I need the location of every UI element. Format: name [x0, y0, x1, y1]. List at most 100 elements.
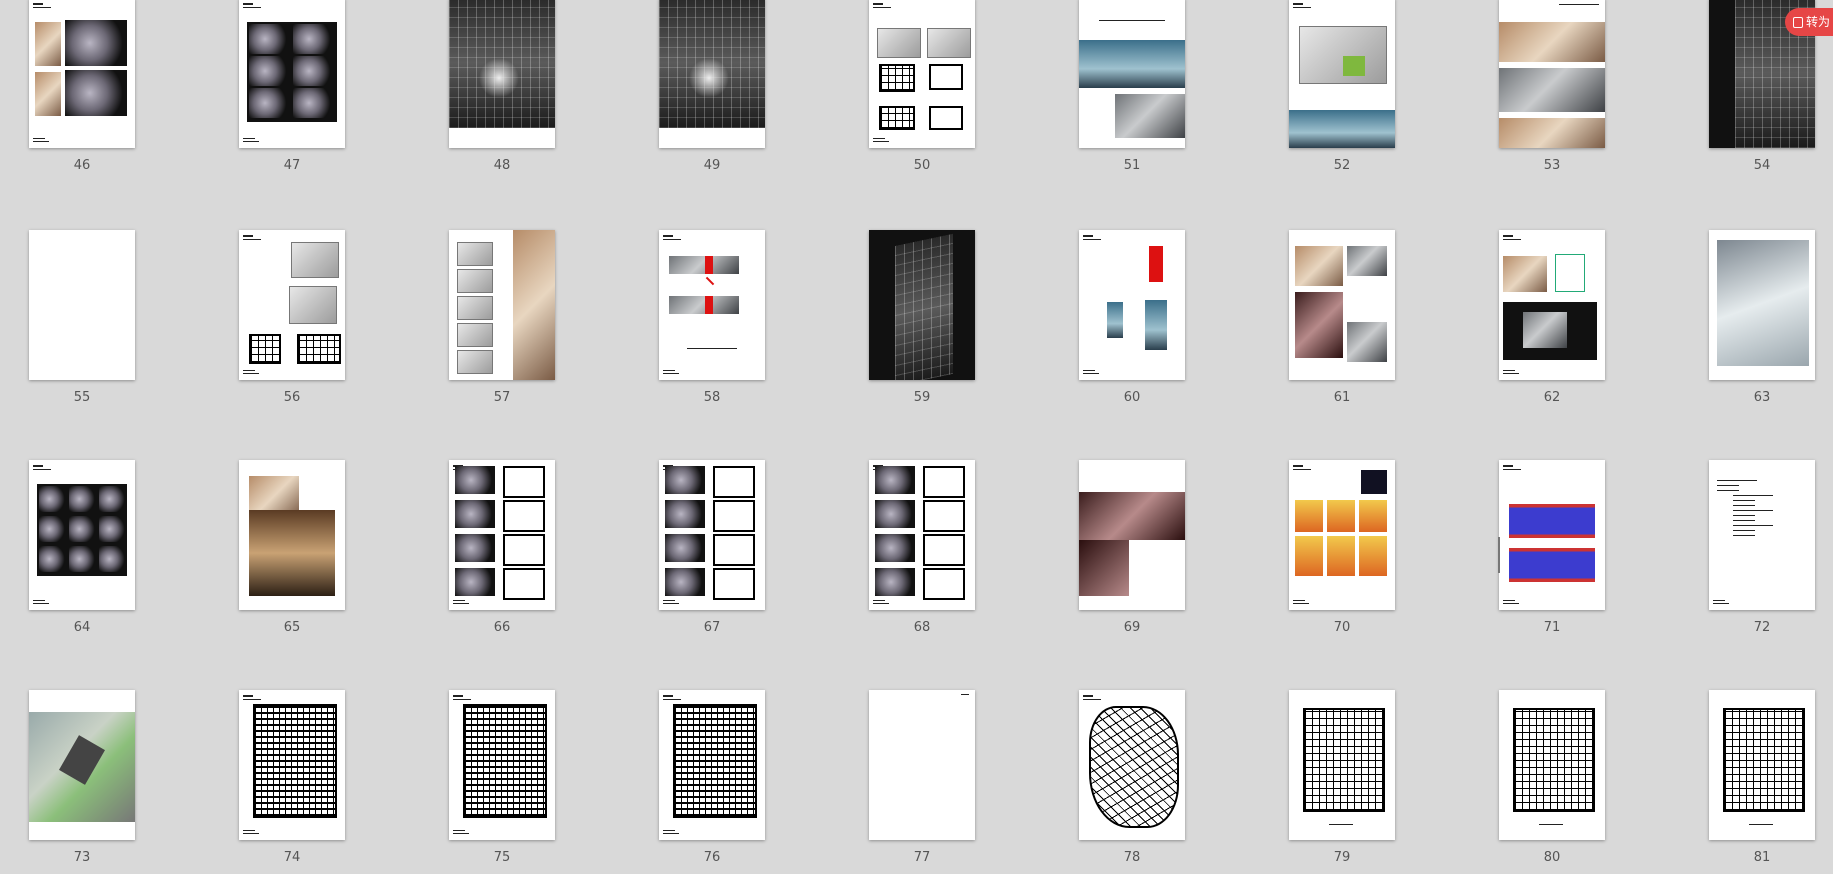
thumbnail-image — [1503, 256, 1547, 292]
thumbnail-image — [713, 534, 755, 566]
page-thumbnail[interactable]: 81 — [1709, 690, 1815, 865]
page-thumbnail[interactable]: 60 — [1079, 230, 1185, 405]
page-thumbnail[interactable]: 73 — [29, 690, 135, 865]
page-thumbnail[interactable]: 49 — [659, 0, 765, 173]
page-preview[interactable] — [659, 230, 765, 380]
thumbnail-image — [297, 334, 341, 364]
page-thumbnail[interactable]: 63 — [1709, 230, 1815, 405]
page-thumbnail[interactable]: 58 — [659, 230, 765, 405]
page-preview[interactable] — [29, 460, 135, 610]
page-preview[interactable] — [1499, 460, 1605, 610]
footer-text — [243, 830, 255, 831]
page-preview[interactable] — [869, 460, 975, 610]
thumbnail-image — [1523, 312, 1567, 348]
page-preview[interactable] — [1289, 230, 1395, 380]
text-line — [1717, 480, 1757, 481]
page-thumbnail[interactable]: 61 — [1289, 230, 1395, 405]
page-preview[interactable] — [239, 690, 345, 840]
page-preview[interactable] — [869, 0, 975, 148]
page-number: 47 — [283, 158, 301, 173]
page-thumbnail[interactable]: 55 — [29, 230, 135, 405]
footer-text — [687, 348, 737, 349]
page-thumbnail[interactable]: 76 — [659, 690, 765, 865]
text-line — [1733, 515, 1755, 516]
page-preview[interactable] — [1499, 0, 1605, 148]
page-preview[interactable] — [29, 230, 135, 380]
page-preview[interactable] — [1499, 230, 1605, 380]
page-preview[interactable] — [659, 460, 765, 610]
page-preview[interactable] — [1709, 460, 1815, 610]
thumbnail-image — [713, 568, 755, 600]
page-number: 48 — [493, 158, 511, 173]
thumbnail-image — [1509, 548, 1595, 582]
page-thumbnail[interactable]: 57 — [449, 230, 555, 405]
page-preview[interactable] — [869, 230, 975, 380]
page-thumbnail[interactable]: 64 — [29, 460, 135, 635]
page-preview[interactable] — [1079, 0, 1185, 148]
page-preview[interactable] — [29, 0, 135, 148]
page-preview[interactable] — [449, 230, 555, 380]
page-thumbnail[interactable]: 69 — [1079, 460, 1185, 635]
page-thumbnail[interactable]: 72 — [1709, 460, 1815, 635]
page-thumbnail[interactable]: 70 — [1289, 460, 1395, 635]
page-preview[interactable] — [1079, 460, 1185, 610]
header-text — [663, 695, 673, 697]
page-thumbnail[interactable]: 52 — [1289, 0, 1395, 173]
page-thumbnail[interactable]: 66 — [449, 460, 555, 635]
text-line — [1733, 520, 1755, 521]
page-preview[interactable] — [1289, 0, 1395, 148]
page-preview[interactable] — [659, 0, 765, 148]
page-preview[interactable] — [1079, 690, 1185, 840]
page-thumbnail[interactable]: 77 — [869, 690, 975, 865]
page-thumbnail[interactable]: 71 — [1499, 460, 1605, 635]
thumbnail-image — [289, 286, 337, 324]
thumbnail-image — [1343, 56, 1365, 76]
thumbnail-image — [689, 58, 729, 98]
page-preview[interactable] — [449, 460, 555, 610]
convert-button[interactable]: 转为 — [1785, 8, 1833, 36]
page-preview[interactable] — [239, 460, 345, 610]
thumbnail-image — [39, 486, 65, 512]
page-preview[interactable] — [29, 690, 135, 840]
header-text — [453, 695, 463, 697]
page-number: 51 — [1123, 158, 1141, 173]
page-thumbnail[interactable]: 65 — [239, 460, 345, 635]
page-number: 71 — [1543, 620, 1561, 635]
page-preview[interactable] — [1289, 690, 1395, 840]
page-thumbnail[interactable]: 50 — [869, 0, 975, 173]
footer-text — [873, 603, 889, 604]
thumbnail-image — [455, 500, 495, 528]
page-preview[interactable] — [449, 0, 555, 148]
page-thumbnail[interactable]: 80 — [1499, 690, 1605, 865]
page-preview[interactable] — [1499, 690, 1605, 840]
page-thumbnail[interactable]: 51 — [1079, 0, 1185, 173]
page-thumbnail[interactable]: 53 — [1499, 0, 1605, 173]
page-thumbnail[interactable]: 59 — [869, 230, 975, 405]
page-thumbnail[interactable]: 47 — [239, 0, 345, 173]
page-thumbnail[interactable]: 79 — [1289, 690, 1395, 865]
page-thumbnail[interactable]: 46 — [29, 0, 135, 173]
page-preview[interactable] — [1289, 460, 1395, 610]
page-preview[interactable] — [1709, 230, 1815, 380]
page-preview[interactable] — [239, 0, 345, 148]
page-thumbnail[interactable]: 48 — [449, 0, 555, 173]
thumbnail-image — [463, 704, 547, 818]
page-thumbnail[interactable]: 78 — [1079, 690, 1185, 865]
page-thumbnail[interactable]: 68 — [869, 460, 975, 635]
header-text — [1293, 469, 1311, 470]
page-thumbnail[interactable]: 62 — [1499, 230, 1605, 405]
page-thumbnail[interactable]: 56 — [239, 230, 345, 405]
page-number: 73 — [73, 850, 91, 865]
page-number: 53 — [1543, 158, 1561, 173]
page-thumbnail[interactable]: 67 — [659, 460, 765, 635]
page-preview[interactable] — [1709, 690, 1815, 840]
page-preview[interactable] — [449, 690, 555, 840]
page-thumbnail[interactable]: 75 — [449, 690, 555, 865]
page-preview[interactable] — [1079, 230, 1185, 380]
page-preview[interactable] — [239, 230, 345, 380]
page-preview[interactable] — [869, 690, 975, 840]
page-preview[interactable] — [659, 690, 765, 840]
page-number: 75 — [493, 850, 511, 865]
page-thumbnail[interactable]: 74 — [239, 690, 345, 865]
header-text — [33, 7, 51, 8]
